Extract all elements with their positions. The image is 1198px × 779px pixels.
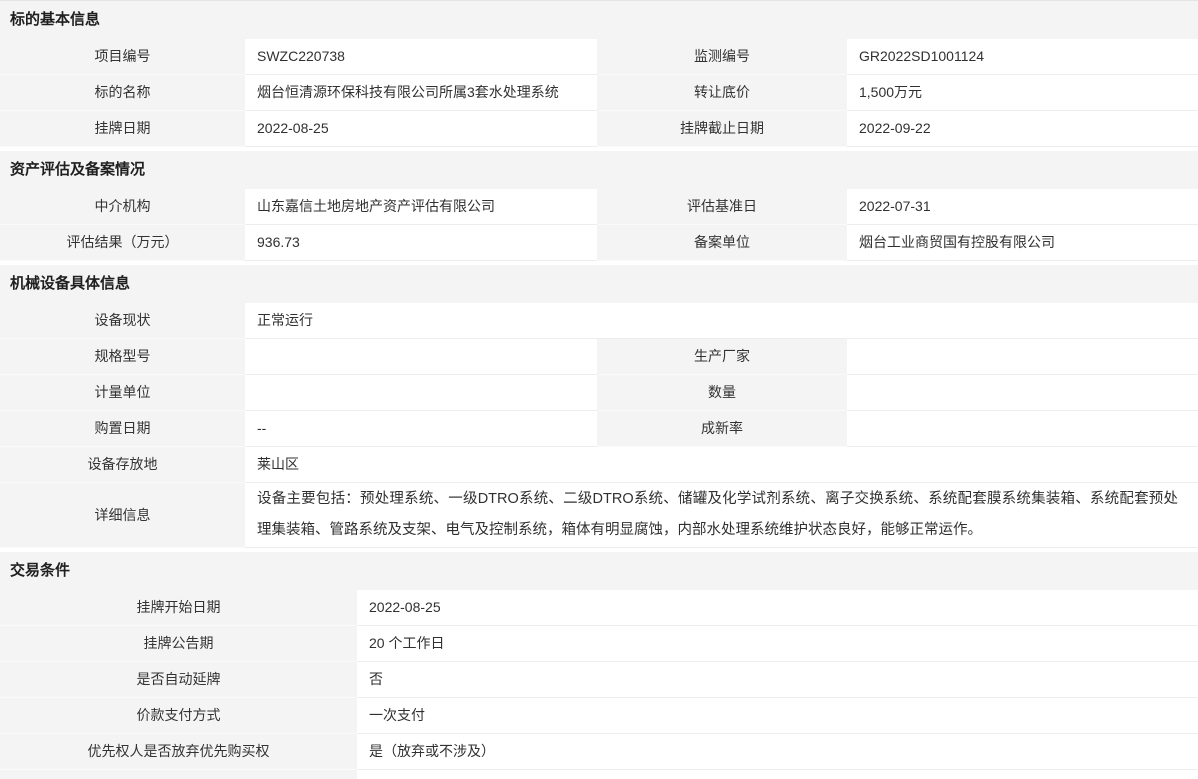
field-label: 转让底价: [597, 75, 847, 111]
field-value: 一次支付: [357, 698, 1198, 734]
field-label: 标的名称: [0, 75, 245, 111]
table-row: 挂牌公告期 20 个工作日: [0, 626, 1198, 662]
field-label: [0, 770, 357, 779]
field-label: 监测编号: [597, 39, 847, 75]
field-label: 优先权人是否放弃优先购买权: [0, 734, 357, 770]
table-row: 项目编号 SWZC220738 监测编号 GR2022SD1001124: [0, 39, 1198, 75]
table-row: 计量单位 数量: [0, 375, 1198, 411]
field-value: 2022-08-25: [245, 111, 597, 147]
table-row: 价款支付方式 一次支付: [0, 698, 1198, 734]
field-value: 山东嘉信土地房地产资产评估有限公司: [245, 189, 597, 225]
field-label: 评估基准日: [597, 189, 847, 225]
section-title: 资产评估及备案情况: [0, 151, 1198, 189]
table-row: 设备现状 正常运行: [0, 303, 1198, 339]
field-label: 项目编号: [0, 39, 245, 75]
field-label: 挂牌公告期: [0, 626, 357, 662]
field-value: 莱山区: [245, 447, 1198, 483]
field-value: 是（放弃或不涉及）: [357, 734, 1198, 770]
section-title: 机械设备具体信息: [0, 265, 1198, 303]
table-row: 挂牌日期 2022-08-25 挂牌截止日期 2022-09-22: [0, 111, 1198, 147]
field-value: [847, 375, 1198, 411]
table-row: 设备存放地 莱山区: [0, 447, 1198, 483]
field-label: 设备存放地: [0, 447, 245, 483]
field-value: 2022-09-22: [847, 111, 1198, 147]
table-row: 是否自动延牌 否: [0, 662, 1198, 698]
table-row: 评估结果（万元） 936.73 备案单位 烟台工业商贸国有控股有限公司: [0, 225, 1198, 261]
field-value: 设备主要包括：预处理系统、一级DTRO系统、二级DTRO系统、储罐及化学试剂系统…: [245, 483, 1198, 548]
field-label: 挂牌日期: [0, 111, 245, 147]
field-value: 936.73: [245, 225, 597, 261]
field-value: [847, 339, 1198, 375]
field-value: [357, 770, 1198, 779]
field-label: 生产厂家: [597, 339, 847, 375]
field-label: 计量单位: [0, 375, 245, 411]
field-value: [245, 339, 597, 375]
table-row: 优先权人是否放弃优先购买权 是（放弃或不涉及）: [0, 734, 1198, 770]
field-label: 规格型号: [0, 339, 245, 375]
table-row: 挂牌开始日期 2022-08-25: [0, 590, 1198, 626]
field-value: 烟台工业商贸国有控股有限公司: [847, 225, 1198, 261]
field-value: 20 个工作日: [357, 626, 1198, 662]
field-label: 设备现状: [0, 303, 245, 339]
field-value: 否: [357, 662, 1198, 698]
table-row: 详细信息 设备主要包括：预处理系统、一级DTRO系统、二级DTRO系统、储罐及化…: [0, 483, 1198, 548]
table-row: 标的名称 烟台恒清源环保科技有限公司所属3套水处理系统 转让底价 1,500万元: [0, 75, 1198, 111]
field-value: SWZC220738: [245, 39, 597, 75]
section-basic-info: 标的基本信息 项目编号 SWZC220738 监测编号 GR2022SD1001…: [0, 1, 1198, 147]
field-label: 中介机构: [0, 189, 245, 225]
section-title: 交易条件: [0, 552, 1198, 590]
field-label: 价款支付方式: [0, 698, 357, 734]
field-label: 是否自动延牌: [0, 662, 357, 698]
partial-next-row: [0, 770, 1198, 779]
field-value: 1,500万元: [847, 75, 1198, 111]
field-label: 购置日期: [0, 411, 245, 447]
asset-listing-detail-page: 标的基本信息 项目编号 SWZC220738 监测编号 GR2022SD1001…: [0, 0, 1198, 779]
field-label: 挂牌截止日期: [597, 111, 847, 147]
field-label: 数量: [597, 375, 847, 411]
field-value: 2022-07-31: [847, 189, 1198, 225]
field-value: 2022-08-25: [357, 590, 1198, 626]
field-label: 挂牌开始日期: [0, 590, 357, 626]
section-equipment-info: 机械设备具体信息 设备现状 正常运行 规格型号 生产厂家 计量单位 数量 购置日…: [0, 265, 1198, 548]
field-value: GR2022SD1001124: [847, 39, 1198, 75]
section-title: 标的基本信息: [0, 1, 1198, 39]
field-label: 成新率: [597, 411, 847, 447]
table-row: 规格型号 生产厂家: [0, 339, 1198, 375]
field-value: [245, 375, 597, 411]
field-label: 详细信息: [0, 483, 245, 548]
field-value: 烟台恒清源环保科技有限公司所属3套水处理系统: [245, 75, 597, 111]
field-value: --: [245, 411, 597, 447]
table-row: 购置日期 -- 成新率: [0, 411, 1198, 447]
section-appraisal-info: 资产评估及备案情况 中介机构 山东嘉信土地房地产资产评估有限公司 评估基准日 2…: [0, 151, 1198, 261]
table-row: 中介机构 山东嘉信土地房地产资产评估有限公司 评估基准日 2022-07-31: [0, 189, 1198, 225]
field-label: 备案单位: [597, 225, 847, 261]
field-value: [847, 411, 1198, 447]
field-value: 正常运行: [245, 303, 1198, 339]
field-label: 评估结果（万元）: [0, 225, 245, 261]
section-trade-conditions: 交易条件 挂牌开始日期 2022-08-25 挂牌公告期 20 个工作日 是否自…: [0, 552, 1198, 779]
